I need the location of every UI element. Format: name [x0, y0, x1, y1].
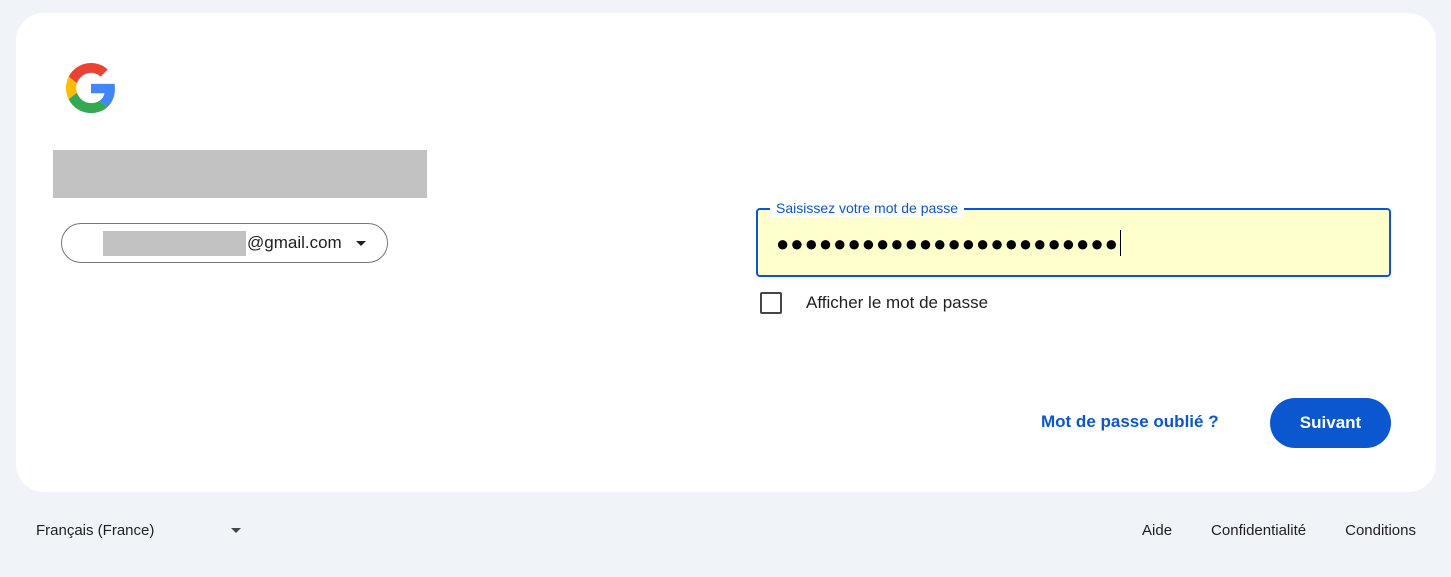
next-button[interactable]: Suivant	[1270, 398, 1391, 448]
show-password-row[interactable]: Afficher le mot de passe	[760, 292, 988, 314]
email-domain: @gmail.com	[247, 233, 342, 252]
password-input[interactable]: ●●●●●●●●●●●●●●●●●●●●●●●●	[776, 230, 1121, 257]
caret-down-icon	[231, 528, 242, 533]
footer-links: Aide Confidentialité Conditions	[1142, 522, 1416, 539]
password-masked-value: ●●●●●●●●●●●●●●●●●●●●●●●●	[776, 231, 1119, 256]
forgot-password-button[interactable]: Mot de passe oublié ?	[1041, 412, 1219, 432]
text-caret	[1119, 230, 1121, 256]
password-label: Saisissez votre mot de passe	[770, 200, 965, 217]
show-password-checkbox[interactable]	[760, 292, 782, 314]
google-logo-icon	[66, 63, 115, 113]
redacted-username	[103, 230, 246, 256]
footer-link-privacy[interactable]: Confidentialité	[1211, 522, 1306, 539]
footer-link-terms[interactable]: Conditions	[1345, 522, 1416, 539]
password-field[interactable]: Saisissez votre mot de passe ●●●●●●●●●●●…	[756, 200, 1391, 277]
account-chip[interactable]: @gmail.com	[61, 223, 388, 263]
signin-card: @gmail.com Saisissez votre mot de passe …	[16, 13, 1436, 492]
language-selector[interactable]: Français (France)	[36, 522, 242, 539]
caret-down-icon	[355, 240, 366, 246]
redacted-heading	[53, 150, 427, 198]
footer-link-help[interactable]: Aide	[1142, 522, 1172, 539]
language-label: Français (France)	[36, 522, 155, 539]
show-password-label[interactable]: Afficher le mot de passe	[806, 293, 988, 313]
